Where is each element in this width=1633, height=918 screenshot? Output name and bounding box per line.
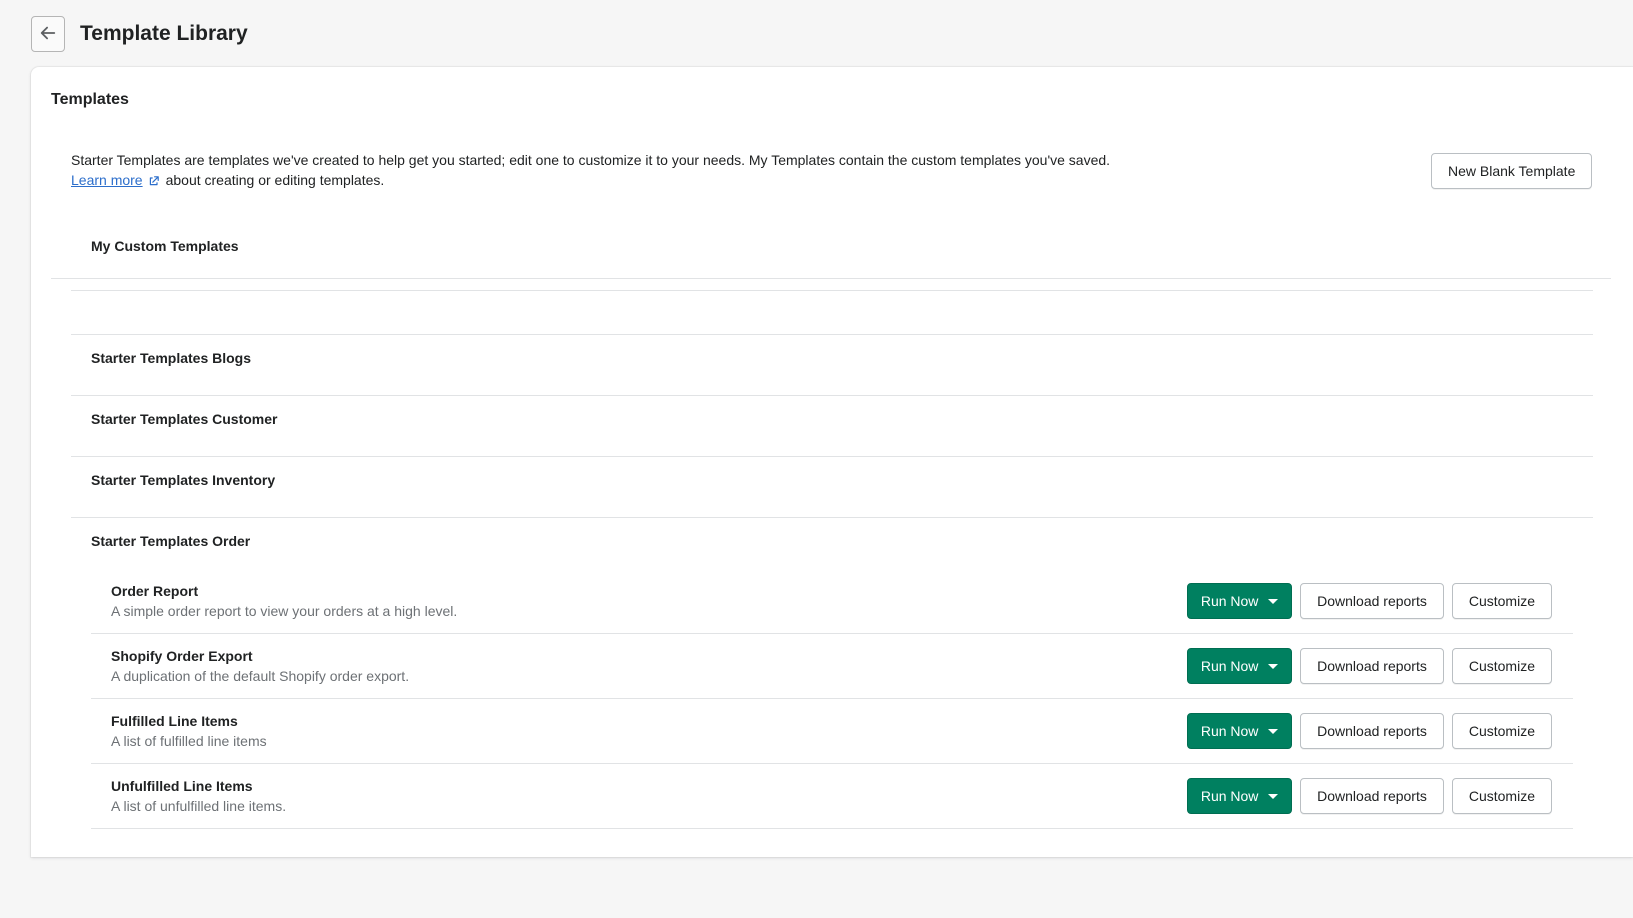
card-title: Templates [51, 91, 129, 108]
template-name: Order Report [111, 583, 199, 599]
customize-button[interactable]: Customize [1451, 648, 1552, 684]
download-reports-button[interactable]: Download reports [1300, 778, 1444, 814]
row-actions: Run Now Download reports Customize [1187, 583, 1552, 619]
run-now-button[interactable]: Run Now [1187, 583, 1293, 619]
template-description: A simple order report to view your order… [111, 603, 458, 619]
customize-button[interactable]: Customize [1451, 778, 1552, 814]
caret-down-icon [1268, 598, 1279, 604]
section-title[interactable]: Starter Templates Blogs [91, 350, 251, 366]
section-custom-empty [71, 291, 1593, 335]
intro-line1: Starter Templates are templates we've cr… [71, 152, 1111, 168]
section-title[interactable]: My Custom Templates [91, 238, 239, 254]
template-name: Unfulfilled Line Items [111, 778, 253, 794]
intro-line2: about creating or editing templates. [165, 172, 385, 188]
template-description: A list of fulfilled line items [111, 733, 267, 749]
row-actions: Run Now Download reports Customize [1187, 778, 1552, 814]
page-title: Template Library [80, 22, 248, 45]
template-name: Fulfilled Line Items [111, 713, 238, 729]
template-description: A duplication of the default Shopify ord… [111, 668, 410, 684]
download-reports-button[interactable]: Download reports [1300, 713, 1444, 749]
section-title[interactable]: Starter Templates Customer [91, 411, 277, 427]
row-actions: Run Now Download reports Customize [1187, 648, 1552, 684]
run-now-label: Run Now [1200, 658, 1259, 674]
template-row: Shopify Order Export A duplication of th… [91, 634, 1573, 699]
section-starter-inventory[interactable]: Starter Templates Inventory [71, 457, 1593, 518]
section-title[interactable]: Starter Templates Order [91, 533, 250, 549]
run-now-label: Run Now [1200, 788, 1259, 804]
page-header: Template Library [31, 16, 248, 52]
template-row: Fulfilled Line Items A list of fulfilled… [91, 699, 1573, 764]
download-reports-button[interactable]: Download reports [1300, 648, 1444, 684]
row-actions: Run Now Download reports Customize [1187, 713, 1552, 749]
run-now-label: Run Now [1200, 593, 1259, 609]
arrow-left-icon [39, 24, 57, 45]
download-reports-button[interactable]: Download reports [1300, 583, 1444, 619]
section-starter-customer[interactable]: Starter Templates Customer [71, 396, 1593, 457]
section-title[interactable]: Starter Templates Inventory [91, 472, 275, 488]
run-now-label: Run Now [1200, 723, 1259, 739]
back-button[interactable] [31, 16, 65, 52]
template-row: Unfulfilled Line Items A list of unfulfi… [91, 764, 1573, 829]
run-now-button[interactable]: Run Now [1187, 713, 1293, 749]
template-row: Order Report A simple order report to vi… [91, 569, 1573, 634]
template-description: A list of unfulfilled line items. [111, 798, 287, 814]
intro-text: Starter Templates are templates we've cr… [71, 150, 1151, 192]
templates-card: Templates Starter Templates are template… [31, 67, 1633, 857]
caret-down-icon [1268, 663, 1279, 669]
template-name: Shopify Order Export [111, 648, 253, 664]
section-starter-blogs[interactable]: Starter Templates Blogs [71, 335, 1593, 396]
run-now-button[interactable]: Run Now [1187, 778, 1293, 814]
customize-button[interactable]: Customize [1451, 583, 1552, 619]
section-my-custom-templates: My Custom Templates [71, 212, 1593, 291]
learn-more-link[interactable]: Learn more [71, 172, 143, 188]
caret-down-icon [1268, 728, 1279, 734]
customize-button[interactable]: Customize [1451, 713, 1552, 749]
external-link-icon[interactable] [148, 172, 160, 192]
new-blank-template-button[interactable]: New Blank Template [1431, 153, 1593, 189]
run-now-button[interactable]: Run Now [1187, 648, 1293, 684]
caret-down-icon [1268, 793, 1279, 799]
